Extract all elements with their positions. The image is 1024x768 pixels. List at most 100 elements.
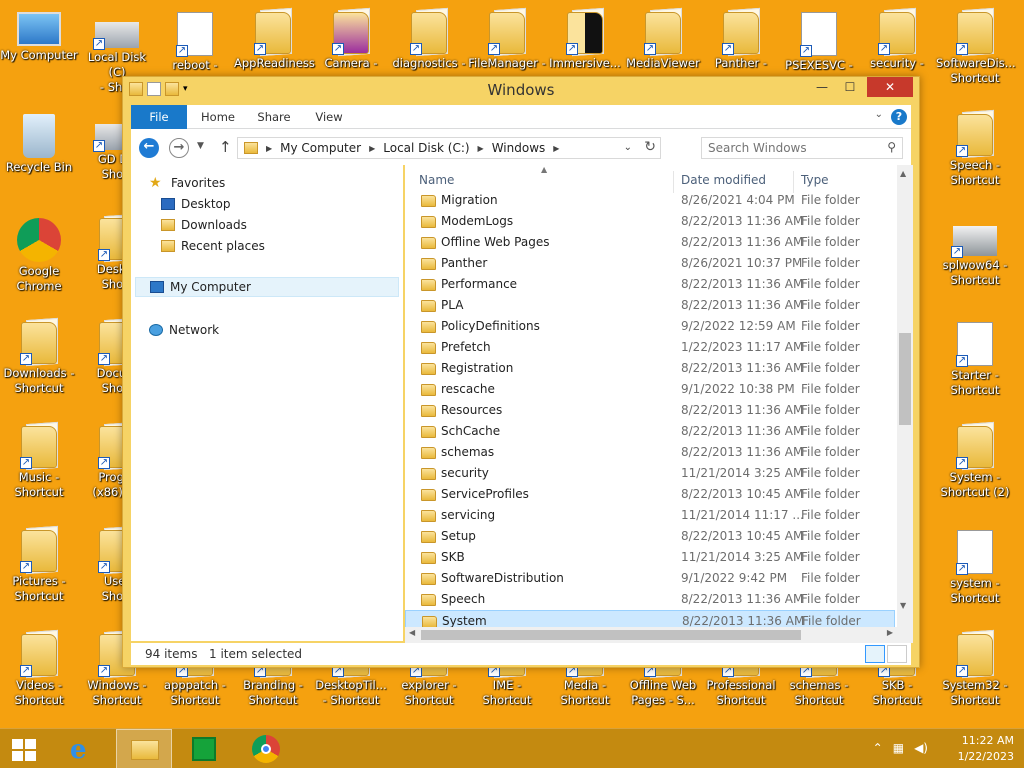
desktop-icon-26[interactable]: ↗ Pictures - Shortcut bbox=[0, 526, 78, 604]
folder-pictures-icon: ↗ bbox=[20, 530, 57, 573]
table-row[interactable]: Resources 8/22/2013 11:36 AM File folder bbox=[405, 400, 895, 421]
start-button[interactable] bbox=[0, 729, 56, 768]
scroll-right-arrow-icon[interactable]: ▶ bbox=[887, 628, 893, 637]
table-row[interactable]: Registration 8/22/2013 11:36 AM File folde… bbox=[405, 358, 895, 379]
desktop-icon-11[interactable]: ↗ PSEXESVC - bbox=[780, 8, 858, 73]
desktop-icon-3[interactable]: ↗ reboot - bbox=[156, 8, 234, 73]
tab-view[interactable]: View bbox=[307, 105, 351, 129]
nav-downloads[interactable]: Downloads bbox=[161, 215, 247, 235]
scroll-down-arrow-icon[interactable]: ▼ bbox=[900, 601, 906, 610]
breadcrumb-separator-icon[interactable]: ▶ bbox=[369, 144, 375, 153]
desktop-icon-label: Immersive... bbox=[549, 56, 621, 70]
maximize-button[interactable]: ☐ bbox=[837, 77, 863, 97]
close-button[interactable]: ✕ bbox=[867, 77, 913, 97]
table-row[interactable]: SoftwareDistribution 9/1/2022 9:42 PM File… bbox=[405, 568, 895, 589]
table-row[interactable]: SKB 11/21/2014 3:25 AM File folder bbox=[405, 547, 895, 568]
expand-ribbon-chevron-icon[interactable]: ⌄ bbox=[875, 109, 883, 120]
desktop-icon-13[interactable]: ↗ SoftwareDis... Shortcut bbox=[936, 8, 1016, 86]
address-bar[interactable]: ▶ My Computer ▶ Local Disk (C:) ▶ Window… bbox=[237, 137, 661, 159]
horizontal-scrollbar[interactable]: ◀ ▶ bbox=[405, 627, 913, 643]
desktop-icon-41[interactable]: ↗ System32 - Shortcut bbox=[936, 630, 1014, 708]
recent-locations-chevron-icon[interactable]: ▼ bbox=[197, 141, 204, 151]
desktop-icon-22[interactable]: ↗ Starter - Shortcut bbox=[936, 318, 1014, 398]
breadcrumb-local-disk[interactable]: Local Disk (C:) bbox=[383, 141, 469, 155]
taskbar-file-explorer[interactable] bbox=[116, 729, 172, 768]
desktop-icon-label: PSEXESVC - bbox=[785, 58, 853, 72]
table-row[interactable]: servicing 11/21/2014 11:17 ... File folder bbox=[405, 505, 895, 526]
desktop-icon-23[interactable]: ↗ Music - Shortcut bbox=[0, 422, 78, 500]
table-row[interactable]: Offline Web Pages 8/22/2013 11:36 AM File … bbox=[405, 232, 895, 253]
vertical-scroll-thumb[interactable] bbox=[899, 333, 911, 425]
search-box[interactable]: ⚲ bbox=[701, 137, 903, 159]
desktop-icon-1[interactable]: My Computer bbox=[0, 8, 78, 63]
table-row[interactable]: PolicyDefinitions 9/2/2022 12:59 AM File f… bbox=[405, 316, 895, 337]
title-bar[interactable]: ▾ Windows — ☐ ✕ bbox=[123, 77, 919, 103]
desktop-icon-9[interactable]: ↗ MediaViewer bbox=[624, 8, 702, 71]
table-row[interactable]: security 11/21/2014 3:25 AM File folder bbox=[405, 463, 895, 484]
nav-recent-places[interactable]: Recent places bbox=[161, 236, 265, 256]
breadcrumb-separator-icon[interactable]: ▶ bbox=[478, 144, 484, 153]
scroll-left-arrow-icon[interactable]: ◀ bbox=[409, 628, 415, 637]
help-icon[interactable]: ? bbox=[891, 109, 907, 125]
desktop-icon-12[interactable]: ↗ security - bbox=[858, 8, 936, 71]
address-dropdown-chevron-icon[interactable]: ⌄ bbox=[624, 142, 632, 153]
taskbar-internet-explorer[interactable]: e bbox=[54, 729, 110, 768]
desktop-icon-19[interactable]: ↗ splwow64 - Shortcut bbox=[936, 214, 1014, 288]
desktop-icon-17[interactable]: Google Chrome bbox=[0, 214, 78, 294]
table-row[interactable]: ServiceProfiles 8/22/2013 10:45 AM File fo… bbox=[405, 484, 895, 505]
table-row[interactable]: schemas 8/22/2013 11:36 AM File folder bbox=[405, 442, 895, 463]
desktop-icon-14[interactable]: Recycle Bin bbox=[0, 110, 78, 175]
scroll-up-arrow-icon[interactable]: ▲ bbox=[900, 169, 906, 178]
desktop-icon-25[interactable]: ↗ System - Shortcut (2) bbox=[936, 422, 1014, 500]
tab-share[interactable]: Share bbox=[249, 105, 299, 129]
desktop-icon-label: Google Chrome bbox=[16, 264, 62, 293]
volume-icon[interactable]: ◀) bbox=[914, 741, 928, 755]
breadcrumb-windows[interactable]: Windows bbox=[492, 141, 546, 155]
refresh-icon[interactable]: ↻ bbox=[644, 139, 656, 155]
breadcrumb-my-computer[interactable]: My Computer bbox=[280, 141, 361, 155]
desktop-icon-29[interactable]: ↗ Videos - Shortcut bbox=[0, 630, 78, 708]
table-row[interactable]: Setup 8/22/2013 10:45 AM File folder bbox=[405, 526, 895, 547]
desktop-icon-8[interactable]: ↗ Immersive... bbox=[546, 8, 624, 71]
search-icon[interactable]: ⚲ bbox=[887, 140, 896, 154]
clock[interactable]: 11:22 AM 1/22/2023 bbox=[958, 733, 1014, 765]
network-tray-icon[interactable]: ▦ bbox=[893, 741, 904, 755]
show-hidden-icons-chevron-icon[interactable]: ⌃ bbox=[873, 741, 883, 755]
nav-favorites[interactable]: ★ Favorites bbox=[149, 173, 225, 193]
table-row[interactable]: Performance 8/22/2013 11:36 AM File folder bbox=[405, 274, 895, 295]
taskbar-chrome[interactable] bbox=[238, 729, 294, 768]
desktop-icon-7[interactable]: ↗ FileManager - bbox=[468, 8, 546, 71]
up-arrow-icon[interactable]: ↑ bbox=[219, 138, 232, 156]
desktop-icon-5[interactable]: ↗ Camera - bbox=[312, 8, 390, 71]
horizontal-scroll-thumb[interactable] bbox=[421, 630, 801, 640]
vertical-scrollbar[interactable]: ▲ ▼ bbox=[897, 165, 913, 641]
table-row[interactable]: Panther 8/26/2021 10:37 PM File folder bbox=[405, 253, 895, 274]
table-row[interactable]: Prefetch 1/22/2023 11:17 AM File folder bbox=[405, 337, 895, 358]
tab-home[interactable]: Home bbox=[193, 105, 243, 129]
breadcrumb-separator-icon[interactable]: ▶ bbox=[266, 144, 272, 153]
back-button[interactable]: ← bbox=[139, 138, 159, 158]
desktop-icon-20[interactable]: ↗ Downloads - Shortcut bbox=[0, 318, 78, 396]
nav-desktop[interactable]: Desktop bbox=[161, 194, 231, 214]
taskbar-store[interactable] bbox=[176, 729, 232, 768]
forward-button[interactable]: → bbox=[169, 138, 189, 158]
desktop-icon-4[interactable]: ↗ AppReadiness bbox=[234, 8, 315, 71]
desktop-icon-28[interactable]: ↗ system - Shortcut bbox=[936, 526, 1014, 606]
table-row[interactable]: rescache 9/1/2022 10:38 PM File folder bbox=[405, 379, 895, 400]
table-row[interactable]: ModemLogs 8/22/2013 11:36 AM File folder bbox=[405, 211, 895, 232]
nav-network[interactable]: Network bbox=[149, 320, 219, 340]
large-icons-view-button[interactable] bbox=[887, 645, 907, 663]
table-row[interactable]: SchCache 8/22/2013 11:36 AM File folder bbox=[405, 421, 895, 442]
table-row[interactable]: Migration 8/26/2021 4:04 PM File folder bbox=[405, 190, 895, 211]
search-input[interactable] bbox=[708, 139, 878, 157]
details-view-button[interactable] bbox=[865, 645, 885, 663]
nav-my-computer[interactable]: My Computer bbox=[135, 277, 399, 297]
table-row[interactable]: Speech 8/22/2013 11:36 AM File folder bbox=[405, 589, 895, 610]
tab-file[interactable]: File bbox=[131, 105, 187, 129]
breadcrumb-separator-icon[interactable]: ▶ bbox=[553, 144, 559, 153]
desktop-icon-10[interactable]: ↗ Panther - bbox=[702, 8, 780, 71]
desktop-icon-16[interactable]: ↗ Speech - Shortcut bbox=[936, 110, 1014, 188]
minimize-button[interactable]: — bbox=[809, 77, 835, 97]
desktop-icon-6[interactable]: ↗ diagnostics - bbox=[390, 8, 468, 71]
table-row[interactable]: PLA 8/22/2013 11:36 AM File folder bbox=[405, 295, 895, 316]
